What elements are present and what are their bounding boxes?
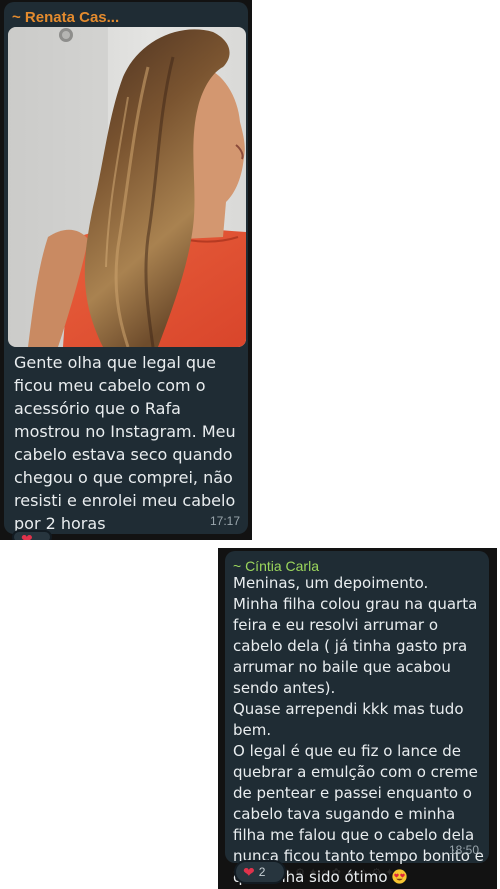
reaction-badge[interactable]: ❤ 2 [234, 860, 286, 884]
message-bubble[interactable]: ~ Cíntia Carla Meninas, um depoimento. M… [225, 551, 489, 886]
message-photo[interactable] [8, 27, 246, 347]
message-text-body: Meninas, um depoimento. Minha filha colo… [233, 574, 484, 886]
message-bubble[interactable]: ~ Renata Cas... Gente olha que legal que… [4, 2, 248, 534]
sender-name[interactable]: ~ Cíntia Carla [233, 558, 319, 574]
message-timestamp: 18:50 [448, 843, 479, 857]
reaction-badge[interactable]: ❤ [12, 530, 52, 540]
heart-icon: ❤ [21, 531, 33, 540]
heart-eyes-emoji [392, 869, 407, 884]
reaction-count: 2 [258, 865, 266, 879]
message-timestamp: 17:17 [209, 514, 240, 528]
sender-name[interactable]: ~ Renata Cas... [12, 9, 119, 26]
photo-woman-long-hair [8, 27, 246, 347]
heart-icon: ❤ [243, 864, 255, 880]
chat-crop-1: ~ Renata Cas... Gente olha que legal que… [0, 0, 252, 540]
message-text: Gente olha que legal que ficou meu cabel… [14, 353, 236, 533]
message-text: Meninas, um depoimento. Minha filha colo… [233, 573, 485, 888]
